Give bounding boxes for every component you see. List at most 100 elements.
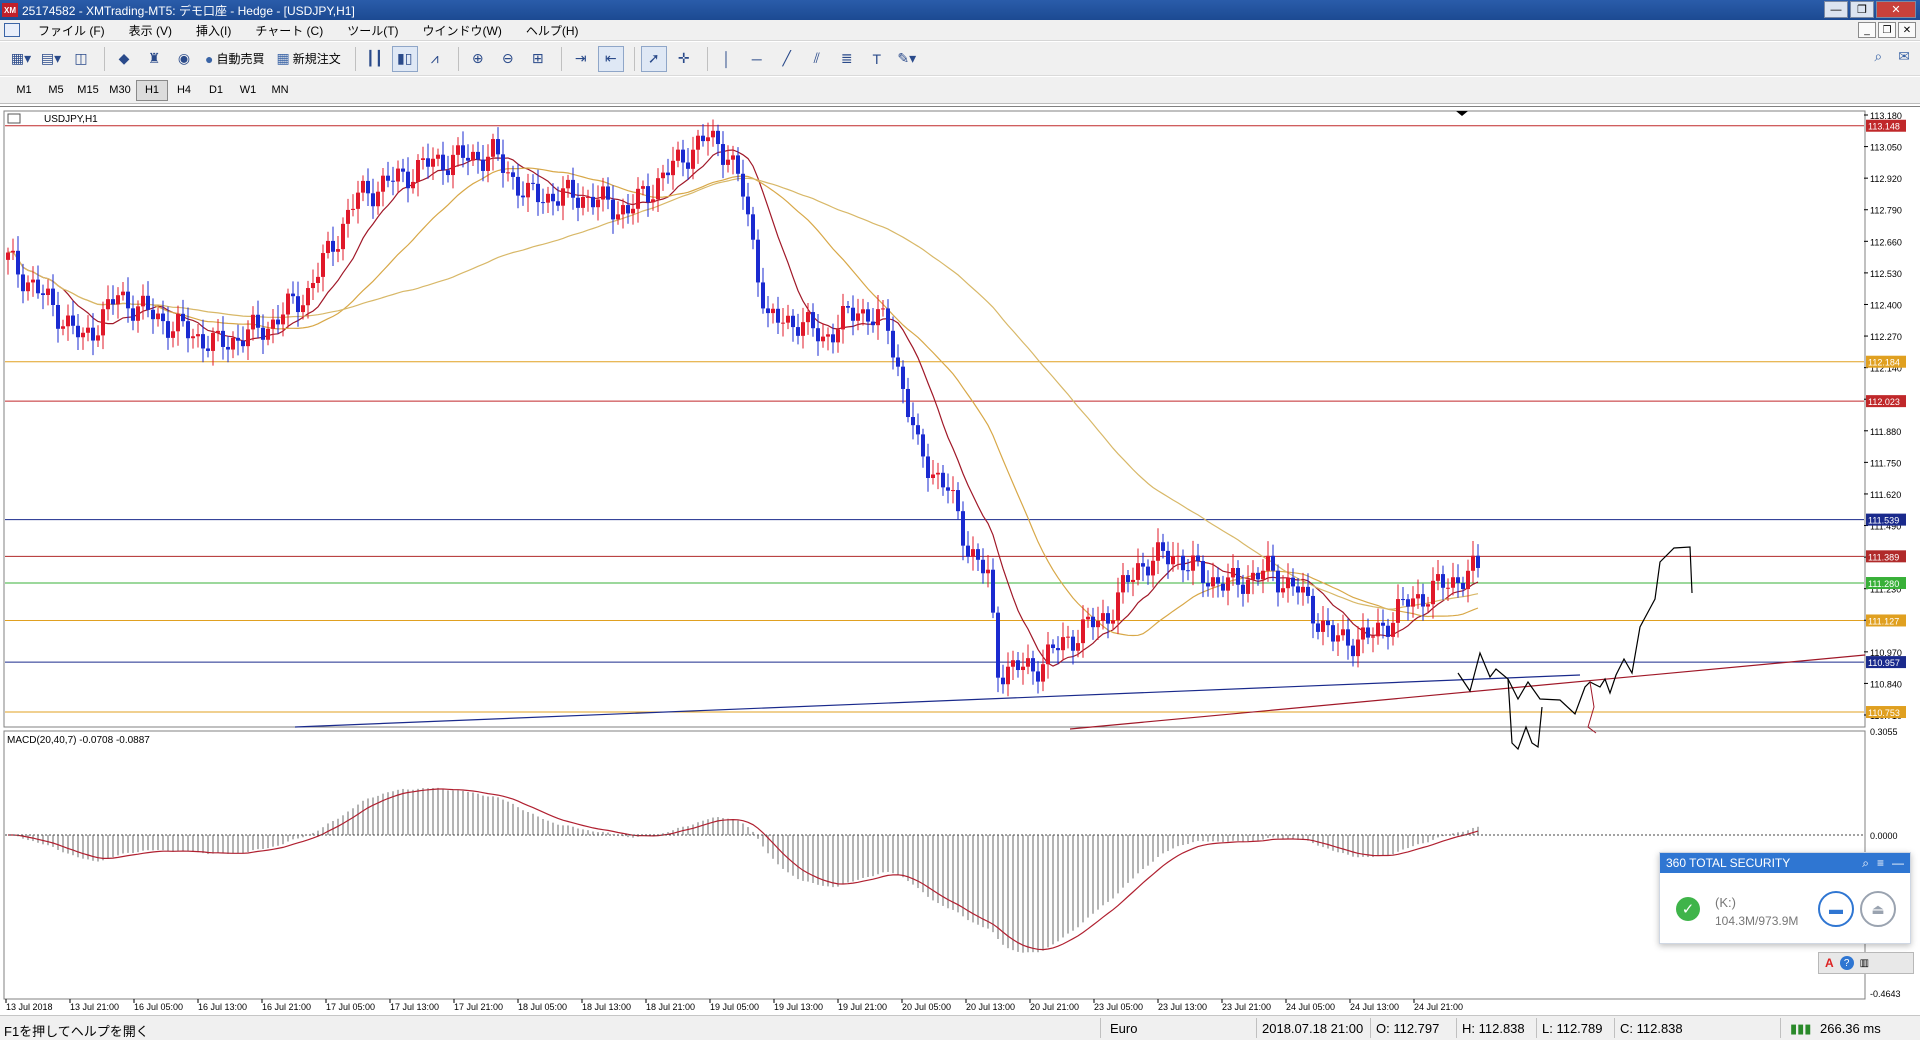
candle-body	[1076, 643, 1080, 651]
tf-mn[interactable]: MN	[264, 80, 296, 101]
search-icon[interactable]: ⌕	[1862, 856, 1869, 871]
bar-chart-icon[interactable]: ┃┃	[362, 46, 388, 72]
chart-shift-icon[interactable]: ⇤	[597, 45, 624, 72]
candle-body	[1026, 658, 1030, 667]
shapes-icon[interactable]: ✎▾	[894, 46, 920, 72]
tf-m1[interactable]: M1	[8, 80, 40, 101]
candle-body	[1031, 658, 1035, 672]
candle-body	[1306, 586, 1310, 596]
close-button[interactable]: ✕	[1876, 1, 1916, 18]
minimize-icon[interactable]: —	[1892, 856, 1904, 871]
menu-window[interactable]: ウインドウ(W)	[411, 22, 514, 39]
profile-name[interactable]: Euro	[1110, 1021, 1137, 1036]
open-folder-button[interactable]: ▬	[1818, 891, 1854, 927]
crosshair-icon[interactable]: ✛	[671, 46, 697, 72]
chart-window[interactable]: 113.180 113.050 112.920 112.790 112.660 112.5…	[0, 106, 1920, 1011]
tf-w1[interactable]: W1	[232, 80, 264, 101]
price-tick-label-5: 112.530	[1870, 269, 1902, 279]
price-tick-label-6: 112.400	[1870, 300, 1902, 310]
candle-body	[81, 332, 85, 338]
level-tag-text-8: 110.753	[1868, 708, 1900, 718]
candle-body	[931, 474, 935, 478]
candle-body	[206, 348, 210, 351]
menu-chart[interactable]: チャート (C)	[243, 22, 335, 39]
tf-h1[interactable]: H1	[136, 79, 168, 101]
candle-body	[166, 321, 170, 338]
chat-icon[interactable]: ✉	[1898, 48, 1910, 65]
candle-body	[371, 193, 375, 207]
autoscroll-icon[interactable]: ⇥	[568, 46, 594, 72]
menu-help[interactable]: ヘルプ(H)	[514, 22, 591, 39]
eject-button[interactable]: ⏏	[1860, 891, 1896, 927]
candle-body	[261, 327, 265, 340]
candle-body	[131, 308, 135, 321]
chart-window-icon[interactable]	[4, 23, 20, 37]
candle-body	[1301, 586, 1305, 593]
price-chart[interactable]: 113.180 113.050 112.920 112.790 112.660 112.5…	[0, 107, 1920, 1011]
channel-icon[interactable]: ⫽	[804, 46, 830, 72]
new-chart-icon[interactable]: ▦▾	[8, 46, 34, 72]
adobe-icon[interactable]: A	[1825, 956, 1834, 970]
status-datetime: 2018.07.18 21:00	[1262, 1021, 1364, 1036]
templates-icon[interactable]: ◫	[68, 46, 94, 72]
main-toolbar: ▦▾ ▤▾ ◫ ◆ ♜ ◉ ● 自動売買 ▦ 新規注文 ┃┃ ▮▯ ⩘ ⊕ ⊖ …	[0, 42, 1920, 76]
candle-body	[1071, 636, 1075, 651]
tf-d1[interactable]: D1	[200, 80, 232, 101]
new-order-icon: ▦	[276, 50, 290, 66]
price-tick-label-4: 112.660	[1870, 237, 1902, 247]
candlestick-icon[interactable]: ▮▯	[391, 45, 418, 72]
tf-h4[interactable]: H4	[168, 80, 200, 101]
candle-body	[686, 162, 690, 169]
candle-body	[951, 490, 955, 492]
signal-icon[interactable]: ◉	[171, 46, 197, 72]
child-restore-button[interactable]: ❐	[1878, 22, 1896, 38]
menu-file[interactable]: ファイル (F)	[26, 22, 117, 39]
cursor-icon[interactable]: ➚	[640, 45, 667, 72]
tf-m30[interactable]: M30	[104, 80, 136, 101]
trendline-icon[interactable]: ╱	[774, 46, 800, 72]
menu-view[interactable]: 表示 (V)	[117, 22, 184, 39]
candle-body	[1141, 563, 1145, 567]
candle-body	[1376, 622, 1380, 637]
macd-tick-label-1: 0.0000	[1870, 831, 1898, 841]
zoom-out-icon[interactable]: ⊖	[495, 46, 521, 72]
text-icon[interactable]: T	[864, 46, 890, 72]
candle-body	[291, 293, 295, 297]
tf-m15[interactable]: M15	[72, 80, 104, 101]
auto-trading-button[interactable]: ● 自動売買	[201, 46, 268, 72]
line-chart-icon[interactable]: ⩘	[422, 46, 448, 72]
new-order-button[interactable]: ▦ 新規注文	[272, 46, 344, 72]
candle-body	[966, 545, 970, 557]
maximize-button[interactable]: ❐	[1850, 1, 1874, 18]
menu-icon[interactable]: ≡	[1877, 856, 1884, 871]
search-icon[interactable]: ⌕	[1874, 48, 1882, 65]
fibonacci-icon[interactable]: ≣	[834, 46, 860, 72]
profiles-icon[interactable]: ▤▾	[38, 46, 64, 72]
candle-body	[1186, 570, 1190, 572]
tile-windows-icon[interactable]: ⊞	[525, 46, 551, 72]
tf-m5[interactable]: M5	[40, 80, 72, 101]
navigator-icon[interactable]: ◆	[111, 46, 137, 72]
market-watch-icon[interactable]: ♜	[141, 46, 167, 72]
candle-body	[806, 312, 810, 323]
candle-body	[11, 250, 15, 253]
minimize-button[interactable]: —	[1824, 1, 1848, 18]
candle-body	[756, 239, 760, 283]
vertical-line-icon[interactable]: │	[714, 46, 740, 72]
menu-insert[interactable]: 挿入(I)	[184, 22, 243, 39]
child-minimize-button[interactable]: _	[1858, 22, 1876, 38]
help-icon[interactable]: ?	[1839, 956, 1854, 970]
candle-body	[361, 180, 365, 193]
candle-body	[1041, 664, 1045, 682]
network-icon[interactable]: ▥	[1860, 958, 1869, 969]
zoom-in-icon[interactable]: ⊕	[465, 46, 491, 72]
candle-body	[231, 337, 235, 350]
child-close-button[interactable]: ✕	[1898, 22, 1916, 38]
candle-body	[981, 559, 985, 574]
candle-body	[1051, 644, 1055, 649]
price-tick-label-2: 112.920	[1870, 174, 1902, 184]
menu-tools[interactable]: ツール(T)	[335, 22, 410, 39]
horizontal-line-icon[interactable]: ─	[744, 46, 770, 72]
ping-value: 266.36 ms	[1820, 1021, 1881, 1036]
candle-body	[316, 276, 320, 283]
